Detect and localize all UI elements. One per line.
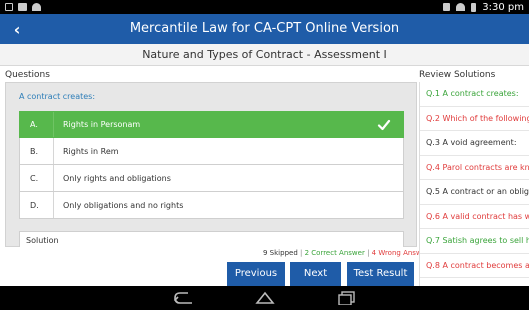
question-text: A contract creates: [19, 92, 96, 101]
score-summary: 9 Skipped | 2 Correct Answer | 4 Wrong A… [263, 249, 429, 257]
test-result-button[interactable]: Test Result [347, 262, 414, 286]
notification-icon [5, 3, 13, 11]
option-d[interactable]: D. Only obligations and no rights [19, 192, 404, 219]
assessment-title: Nature and Types of Contract - Assessmen… [0, 44, 529, 66]
check-icon [377, 119, 391, 131]
recents-nav-icon[interactable] [336, 291, 358, 305]
review-item[interactable]: Q.7 Satish agrees to sell his h [420, 229, 529, 254]
options-list: A. Rights in Personam B. Rights in Rem C… [19, 111, 404, 219]
home-nav-icon[interactable] [254, 291, 276, 305]
app-bar: ‹ Mercantile Law for CA-CPT Online Versi… [0, 14, 529, 44]
correct-count: 2 Correct Answer [304, 249, 365, 257]
review-item[interactable]: Q.1 A contract creates: [420, 82, 529, 107]
option-b[interactable]: B. Rights in Rem [19, 138, 404, 165]
download-icon [443, 3, 451, 11]
review-item[interactable]: Q.4 Parol contracts are known [420, 156, 529, 180]
wifi-icon [32, 3, 41, 11]
option-letter: C. [20, 165, 54, 191]
image-icon [18, 3, 27, 11]
option-c[interactable]: C. Only rights and obligations [19, 165, 404, 192]
review-item[interactable]: Q.3 A void agreement: [420, 131, 529, 156]
option-text: Only rights and obligations [63, 173, 171, 183]
option-a[interactable]: A. Rights in Personam [19, 111, 404, 138]
clock: 3:30 pm [482, 1, 524, 13]
question-panel: A contract creates: A. Rights in Persona… [5, 82, 417, 247]
review-item[interactable]: Q.2 Which of the following ar [420, 107, 529, 131]
back-nav-icon[interactable] [172, 291, 194, 305]
review-item[interactable]: Q.5 A contract or an obligatio [420, 180, 529, 205]
solution-box[interactable]: Solution [19, 231, 404, 247]
app-title: Mercantile Law for CA-CPT Online Version [129, 21, 400, 36]
skipped-count: 9 Skipped [263, 249, 298, 257]
option-letter: B. [20, 138, 54, 164]
review-solutions-list[interactable]: Q.1 A contract creates: Q.2 Which of the… [419, 82, 529, 287]
review-solutions-label: Review Solutions [419, 70, 496, 80]
next-button[interactable]: Next [290, 262, 341, 286]
option-text: Rights in Rem [63, 146, 119, 156]
review-item[interactable]: Q.8 A contract becomes a con [420, 254, 529, 278]
previous-button[interactable]: Previous [227, 262, 285, 286]
option-text: Only obligations and no rights [63, 200, 184, 210]
back-button[interactable]: ‹ [0, 14, 34, 44]
status-bar: 3:30 pm [0, 0, 529, 14]
battery-icon [471, 2, 477, 12]
separator: | [300, 249, 303, 257]
review-item[interactable]: Q.6 A valid contract has which [420, 205, 529, 229]
option-letter: A. [20, 112, 54, 137]
option-letter: D. [20, 192, 54, 218]
wifi-signal-icon [456, 3, 466, 11]
separator: | [367, 249, 370, 257]
questions-label: Questions [5, 70, 50, 80]
system-nav-bar [0, 286, 529, 310]
option-text: Rights in Personam [63, 120, 141, 129]
chevron-left-icon: ‹ [13, 19, 21, 39]
